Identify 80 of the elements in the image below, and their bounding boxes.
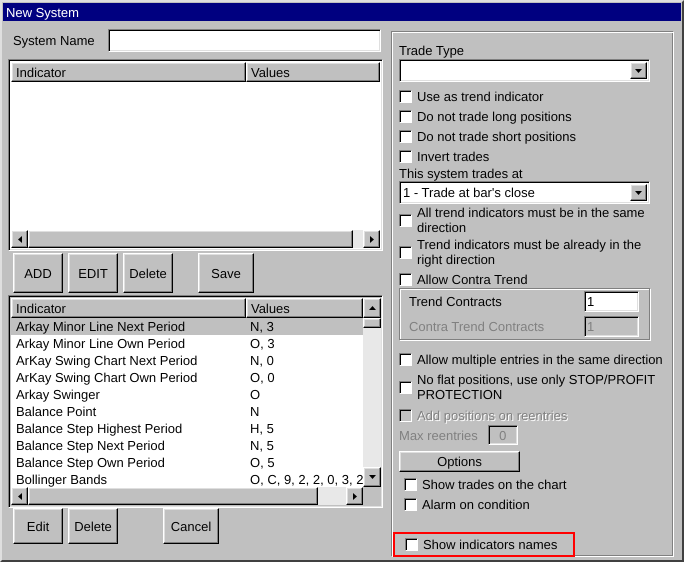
checkbox[interactable] bbox=[405, 538, 418, 551]
scrollbar-thumb[interactable] bbox=[28, 487, 318, 505]
button[interactable]: Cancel bbox=[163, 508, 219, 544]
button[interactable]: Edit bbox=[13, 508, 63, 544]
list-row[interactable]: Balance Step Highest Period H, 5 bbox=[11, 420, 364, 437]
checkbox-label: No flat positions, use only STOP/PROFIT PROTECTION bbox=[417, 372, 656, 402]
scroll-left-button[interactable] bbox=[11, 230, 28, 248]
list-row[interactable]: Balance Step Next Period N, 5 bbox=[11, 437, 364, 454]
horizontal-scrollbar[interactable] bbox=[11, 487, 363, 505]
text-field[interactable] bbox=[108, 29, 381, 52]
button[interactable]: ADD bbox=[13, 253, 63, 293]
column-header[interactable]: Indicator bbox=[11, 298, 246, 318]
triangle-up-icon bbox=[368, 306, 376, 310]
scroll-up-button[interactable] bbox=[363, 298, 382, 318]
field-label: Trend Contracts bbox=[409, 294, 502, 309]
checkbox-label: Allow multiple entries in the same direction bbox=[417, 352, 663, 366]
checkbox-label: All trend indicators must be in the same direction bbox=[417, 205, 646, 235]
checkbox[interactable] bbox=[399, 214, 412, 226]
dropdown[interactable]: 1 - Trade at bar's close bbox=[399, 181, 650, 204]
scroll-right-button[interactable] bbox=[346, 487, 363, 505]
dropdown-button[interactable] bbox=[630, 62, 647, 79]
indicator-list[interactable]: Indicator Values bbox=[8, 59, 383, 251]
checkbox[interactable] bbox=[399, 352, 412, 366]
column-header[interactable]: Values bbox=[246, 62, 380, 82]
checkbox-label: Allow Contra Trend bbox=[417, 272, 528, 286]
checkbox-label: Do not trade short positions bbox=[417, 128, 576, 144]
list-row[interactable]: Balance Point N bbox=[11, 403, 364, 420]
field-label: This system trades at bbox=[399, 166, 524, 181]
checkbox[interactable] bbox=[404, 498, 417, 510]
button[interactable]: Save bbox=[198, 253, 254, 293]
checkbox[interactable] bbox=[399, 150, 412, 162]
checkbox-label: Show trades on the chart bbox=[422, 476, 567, 492]
triangle-down-icon bbox=[368, 475, 376, 479]
list-row[interactable]: Arkay Swinger O bbox=[11, 386, 364, 403]
button[interactable]: Options bbox=[399, 451, 520, 472]
column-header[interactable]: Indicator bbox=[11, 62, 246, 82]
list-row[interactable]: Arkay Minor Line Own Period O, 3 bbox=[11, 335, 364, 352]
triangle-left-icon bbox=[18, 236, 22, 242]
checkbox-label: Do not trade long positions bbox=[417, 108, 572, 124]
checkbox-label: Use as trend indicator bbox=[417, 88, 544, 104]
triangle-right-icon bbox=[370, 236, 374, 242]
field-label: System Name bbox=[13, 33, 96, 48]
scroll-down-button[interactable] bbox=[363, 467, 382, 487]
checkbox-label: Show indicators names bbox=[423, 537, 558, 552]
vertical-scrollbar[interactable] bbox=[363, 298, 382, 487]
triangle-down-icon bbox=[635, 190, 642, 194]
button[interactable]: Delete bbox=[123, 253, 173, 293]
scrollbar-thumb[interactable] bbox=[363, 318, 382, 328]
scroll-left-button[interactable] bbox=[11, 487, 28, 505]
checkbox[interactable] bbox=[399, 90, 412, 102]
checkbox-label: Alarm on condition bbox=[422, 496, 530, 512]
checkbox[interactable] bbox=[404, 478, 417, 490]
checkbox[interactable] bbox=[399, 130, 412, 142]
number-field[interactable]: 1 bbox=[584, 291, 639, 312]
indicator-library-list[interactable] bbox=[8, 295, 383, 508]
triangle-down-icon bbox=[635, 68, 642, 72]
column-header[interactable]: Values bbox=[246, 298, 364, 318]
field-label: Max reentries bbox=[399, 428, 478, 442]
list-row[interactable]: Arkay Minor Line Next Period N, 3 bbox=[11, 318, 364, 335]
checkbox[interactable] bbox=[399, 246, 412, 258]
checkbox[interactable] bbox=[399, 110, 412, 122]
checkbox-label: Trend indicators must be already in the right direction bbox=[417, 237, 642, 267]
list-row[interactable]: Balance Step Own Period O, 5 bbox=[11, 454, 364, 471]
dropdown[interactable] bbox=[399, 59, 650, 82]
list-row[interactable]: ArKay Swing Chart Own Period O, 0 bbox=[11, 369, 364, 386]
checkbox-label: Add positions on reentries bbox=[417, 408, 568, 422]
scroll-right-button[interactable] bbox=[363, 230, 380, 248]
button[interactable]: Delete bbox=[68, 508, 118, 544]
field-label: Contra Trend Contracts bbox=[409, 319, 544, 334]
list-row[interactable]: ArKay Swing Chart Next Period N, 0 bbox=[11, 352, 364, 369]
checkbox[interactable] bbox=[399, 272, 412, 286]
field-label: Trade Type bbox=[399, 43, 466, 58]
checkbox-label: Invert trades bbox=[417, 148, 490, 164]
triangle-left-icon bbox=[18, 492, 22, 500]
list-row[interactable]: Bollinger Bands O, C, 9, 2, 2, 0, 3, 2 bbox=[11, 471, 364, 488]
button[interactable]: EDIT bbox=[68, 253, 118, 293]
dropdown-button[interactable] bbox=[630, 184, 647, 201]
triangle-right-icon bbox=[352, 492, 356, 500]
window-title: New System bbox=[6, 4, 79, 20]
checkbox[interactable] bbox=[399, 380, 412, 394]
